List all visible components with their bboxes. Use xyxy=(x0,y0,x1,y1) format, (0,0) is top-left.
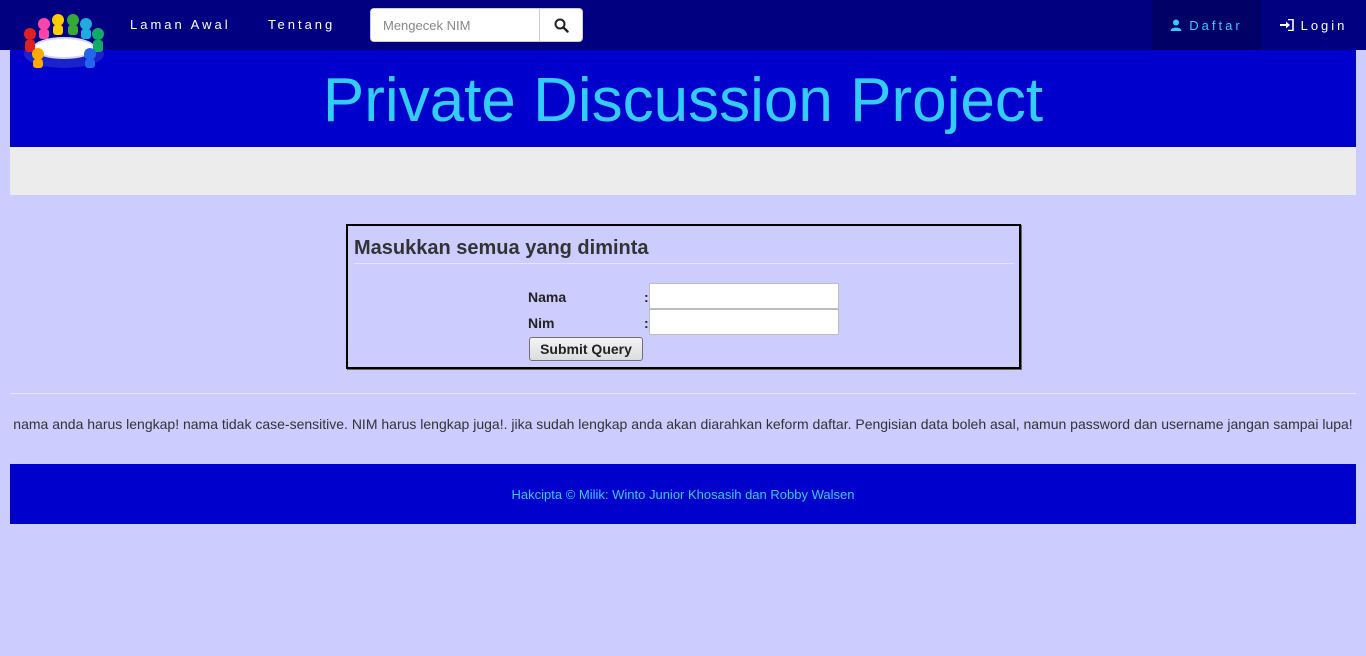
nim-field[interactable] xyxy=(649,309,839,335)
login-label: Login xyxy=(1300,17,1348,33)
user-icon xyxy=(1170,19,1182,31)
daftar-label: Daftar xyxy=(1189,17,1243,33)
daftar-link[interactable]: Daftar xyxy=(1152,0,1261,50)
login-link[interactable]: Login xyxy=(1261,0,1366,50)
instruction-note: nama anda harus lengkap! nama tidak case… xyxy=(13,416,1353,432)
nim-colon: : xyxy=(644,315,649,331)
page-title: Private Discussion Project xyxy=(322,65,1044,135)
submit-button[interactable]: Submit Query xyxy=(529,337,643,361)
search-input[interactable] xyxy=(371,9,540,41)
divider xyxy=(10,393,1356,394)
footer: Hakcipta © Milik: Winto Junior Khosasih … xyxy=(10,464,1356,524)
grey-strip xyxy=(10,147,1356,195)
top-navbar: Laman Awal Tentang Daftar Login xyxy=(0,0,1366,68)
nav-tentang[interactable]: Tentang xyxy=(268,17,335,32)
nav-laman-awal[interactable]: Laman Awal xyxy=(130,17,231,32)
search-icon xyxy=(554,18,569,33)
registration-form: Masukkan semua yang diminta Nama : Nim :… xyxy=(346,224,1021,369)
nama-colon: : xyxy=(644,289,649,305)
nim-label: Nim xyxy=(528,315,555,331)
nama-label: Nama xyxy=(528,289,567,305)
copyright-text: Hakcipta © Milik: Winto Junior Khosasih … xyxy=(511,486,855,502)
site-logo[interactable] xyxy=(18,14,110,72)
login-icon xyxy=(1279,19,1294,31)
form-title: Masukkan semua yang diminta xyxy=(354,237,649,259)
form-divider xyxy=(354,263,1014,264)
search-button[interactable] xyxy=(539,9,582,41)
search-form xyxy=(370,8,583,42)
nama-field[interactable] xyxy=(649,283,839,309)
header-banner: Private Discussion Project xyxy=(10,50,1356,147)
